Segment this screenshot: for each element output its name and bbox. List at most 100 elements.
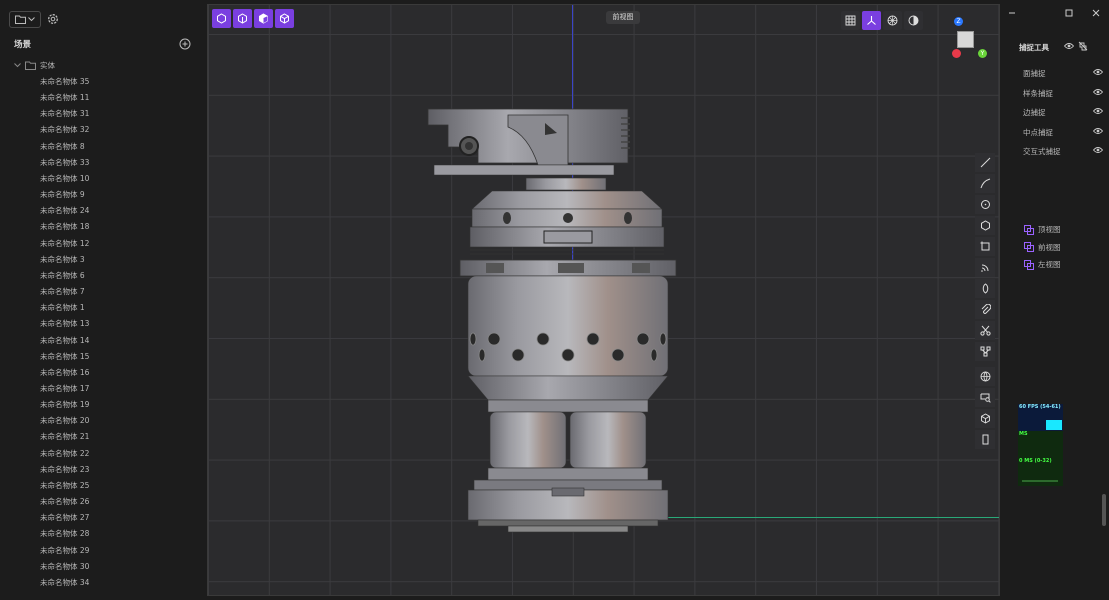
list-item[interactable]: 未命名物体 18 [40, 222, 89, 238]
list-item[interactable]: 未命名物体 31 [40, 109, 89, 125]
list-item[interactable]: 未命名物体 21 [40, 432, 89, 448]
list-item[interactable]: 未命名物体 19 [40, 400, 89, 416]
curve-icon [980, 178, 990, 189]
list-item[interactable]: 未命名物体 28 [40, 529, 89, 545]
grid-toggle-button[interactable] [841, 11, 860, 30]
scrollbar-thumb[interactable] [1102, 494, 1106, 526]
list-item[interactable]: 未命名物体 15 [40, 352, 89, 368]
list-item[interactable]: 未命名物体 30 [40, 562, 89, 578]
tree-root-entities[interactable]: 实体 [14, 59, 55, 71]
list-item[interactable]: 未命名物体 7 [40, 287, 89, 303]
snap-option[interactable]: 边捕捉 [1023, 107, 1103, 127]
list-item[interactable]: 未命名物体 14 [40, 336, 89, 352]
list-item[interactable]: 未命名物体 12 [40, 239, 89, 255]
tool-rect[interactable] [975, 237, 995, 256]
list-item[interactable]: 未命名物体 27 [40, 513, 89, 529]
eye-icon[interactable] [1093, 68, 1103, 76]
list-item[interactable]: 未命名物体 29 [40, 546, 89, 562]
view-front-button[interactable] [233, 9, 252, 28]
saved-view-item[interactable]: 顶视图 [1024, 221, 1061, 239]
orientation-gizmo[interactable]: Z Y [950, 15, 992, 58]
add-icon[interactable] [179, 38, 191, 50]
view-iso-button[interactable] [275, 9, 294, 28]
shade-mode-button[interactable] [904, 11, 923, 30]
list-item[interactable]: 未命名物体 23 [40, 465, 89, 481]
saved-view-label: 顶视图 [1038, 225, 1061, 235]
close-icon[interactable] [1090, 7, 1102, 19]
snap-options: 面捕捉 样条捕捉 边捕捉 中点捕捉 交互式捕捉 [1023, 68, 1103, 166]
list-item[interactable]: 未命名物体 1 [40, 303, 89, 319]
tool-line[interactable] [975, 153, 995, 172]
tool-circle[interactable] [975, 195, 995, 214]
list-item[interactable]: 未命名物体 11 [40, 93, 89, 109]
snap-option[interactable]: 交互式捕捉 [1023, 146, 1103, 166]
folder-menu-button[interactable] [9, 11, 41, 28]
saved-view-item[interactable]: 前视图 [1024, 239, 1061, 257]
tool-ellipse[interactable] [975, 279, 995, 298]
list-item[interactable]: 未命名物体 3 [40, 255, 89, 271]
axis-icon [867, 16, 876, 25]
folder-icon [25, 61, 36, 70]
chevron-down-icon [14, 62, 21, 67]
eye-icon[interactable] [1093, 88, 1103, 96]
view-left-icon [259, 13, 268, 24]
tool-globe[interactable] [975, 367, 995, 386]
display-mode-buttons [841, 11, 923, 30]
view-preset-buttons [212, 9, 294, 28]
list-item[interactable]: 未命名物体 20 [40, 416, 89, 432]
snap-off-icon[interactable] [1078, 41, 1088, 51]
tool-node[interactable] [975, 342, 995, 361]
snap-option[interactable]: 样条捕捉 [1023, 88, 1103, 108]
minimize-icon[interactable] [1006, 7, 1018, 19]
tool-search-cube[interactable] [975, 388, 995, 407]
list-item[interactable]: 未命名物体 32 [40, 125, 89, 141]
render-mode-button[interactable] [883, 11, 902, 30]
ms-detail-text: 0 MS (0-32) [1019, 458, 1052, 464]
node-icon [980, 346, 990, 357]
view-top-icon [217, 13, 226, 24]
circle-icon [980, 200, 990, 209]
eye-icon[interactable] [1093, 107, 1103, 115]
scene-panel: 场景 实体 未命名物体 35 未命名物体 11 未命名物体 31 未命名物体 32 未命… [0, 0, 205, 600]
tool-panel[interactable] [975, 430, 995, 449]
tool-cut[interactable] [975, 321, 995, 340]
tool-arc[interactable] [975, 258, 995, 277]
ms-panel: MS [1018, 431, 1063, 458]
list-item[interactable]: 未命名物体 17 [40, 384, 89, 400]
list-item[interactable]: 未命名物体 16 [40, 368, 89, 384]
tool-polygon[interactable] [975, 216, 995, 235]
viewport-3d[interactable]: 前视图 Z Y [207, 4, 1000, 596]
list-item[interactable]: 未命名物体 34 [40, 578, 89, 594]
object-list: 未命名物体 35 未命名物体 11 未命名物体 31 未命名物体 32 未命名物体 8未… [40, 77, 89, 594]
list-item[interactable]: 未命名物体 35 [40, 77, 89, 93]
eye-icon[interactable] [1064, 42, 1074, 50]
axis-toggle-button[interactable] [862, 11, 881, 30]
view-left-button[interactable] [254, 9, 273, 28]
list-item[interactable]: 未命名物体 10 [40, 174, 89, 190]
saved-view-item[interactable]: 左视图 [1024, 256, 1061, 274]
snap-option[interactable]: 面捕捉 [1023, 68, 1103, 88]
gizmo-x-axis [952, 49, 961, 58]
performance-stats: 60 FPS (54-61) MS 0 MS (0-32) [1018, 404, 1063, 486]
snap-option-label: 交互式捕捉 [1023, 147, 1061, 157]
tool-attach[interactable] [975, 300, 995, 319]
list-item[interactable]: 未命名物体 33 [40, 158, 89, 174]
rect-icon [980, 241, 989, 251]
list-item[interactable]: 未命名物体 25 [40, 481, 89, 497]
maximize-icon[interactable] [1063, 7, 1075, 19]
list-item[interactable]: 未命名物体 26 [40, 497, 89, 513]
snap-option[interactable]: 中点捕捉 [1023, 127, 1103, 147]
list-item[interactable]: 未命名物体 24 [40, 206, 89, 222]
list-item[interactable]: 未命名物体 8 [40, 142, 89, 158]
gear-icon[interactable] [46, 12, 60, 26]
eye-icon[interactable] [1093, 127, 1103, 135]
list-item[interactable]: 未命名物体 6 [40, 271, 89, 287]
tool-cube[interactable] [975, 409, 995, 428]
view-top-button[interactable] [212, 9, 231, 28]
list-item[interactable]: 未命名物体 9 [40, 190, 89, 206]
tool-curve[interactable] [975, 174, 995, 193]
list-item[interactable]: 未命名物体 13 [40, 319, 89, 335]
saved-view-label: 前视图 [1038, 242, 1061, 252]
list-item[interactable]: 未命名物体 22 [40, 449, 89, 465]
eye-icon[interactable] [1093, 146, 1103, 154]
